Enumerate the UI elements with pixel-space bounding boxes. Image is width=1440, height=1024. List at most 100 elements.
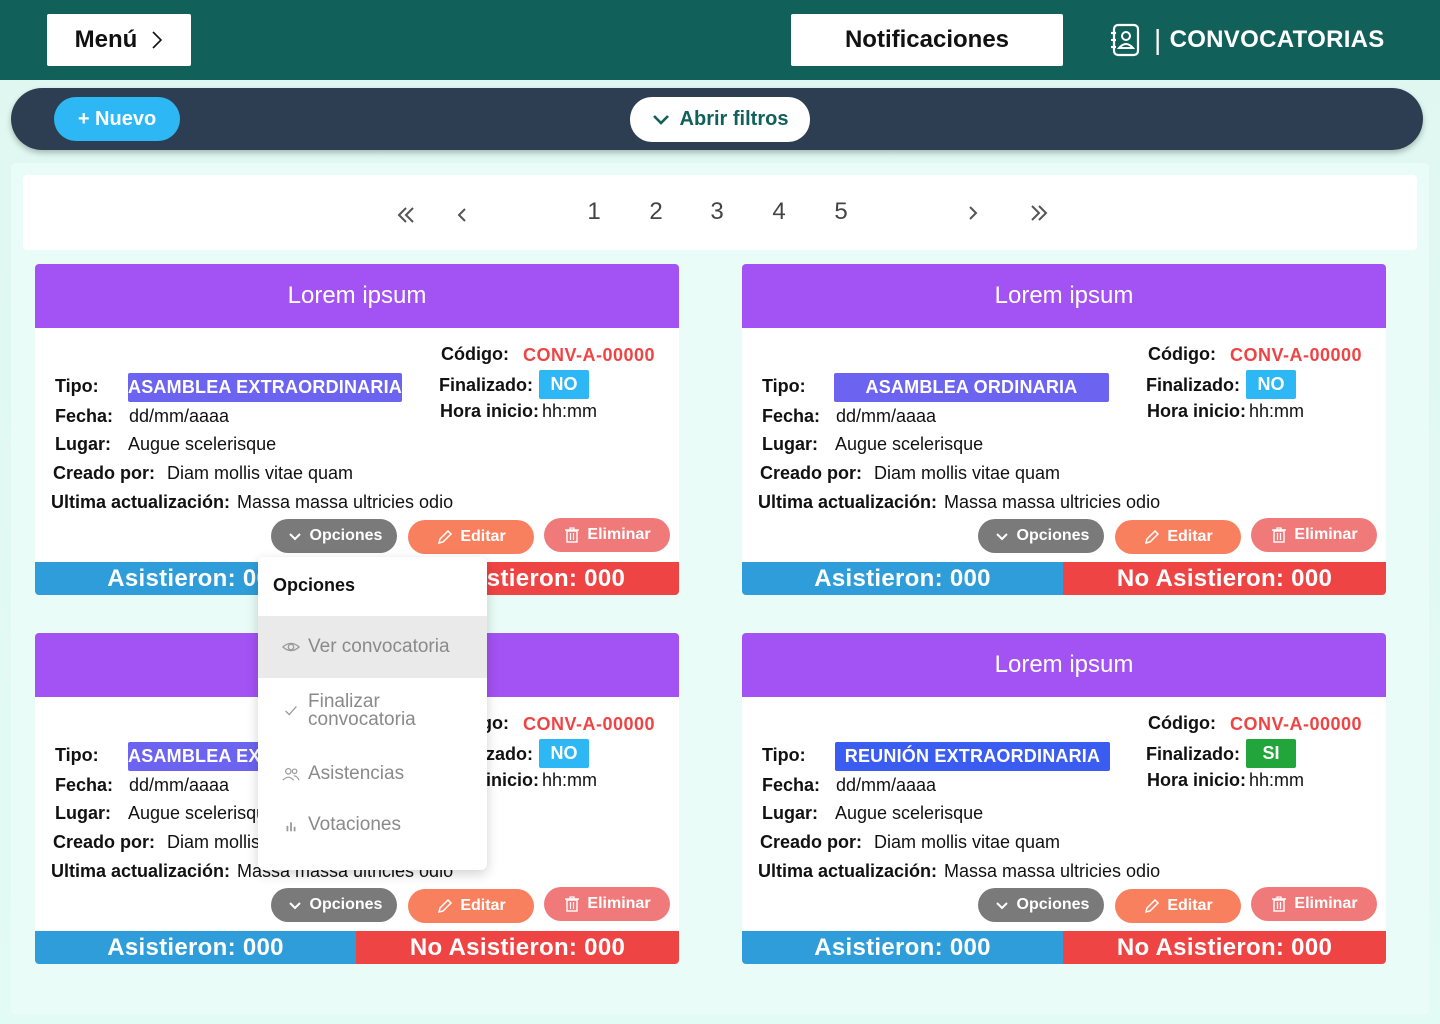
codigo-value: CONV-A-00000 — [523, 345, 656, 365]
menu-item-asistencias[interactable]: Asistencias — [258, 762, 487, 786]
creado-por-value: Diam mollis vitae quam — [167, 463, 354, 483]
hora-inicio-value: hh:mm — [1249, 770, 1305, 790]
last-page-icon[interactable] — [1024, 197, 1054, 227]
top-header: Menú Notificaciones | CONVOCATORIAS — [0, 0, 1440, 80]
delete-label: Eliminar — [1294, 895, 1358, 912]
finalizado-label: Finalizado: — [439, 375, 533, 395]
trash-icon — [565, 527, 580, 543]
creado-por-label: Creado por: — [53, 463, 156, 483]
check-icon — [285, 706, 297, 716]
asistieron-count: Asistieron: 000 — [35, 931, 356, 964]
page-3[interactable]: 3 — [702, 197, 732, 227]
eye-icon — [282, 642, 300, 652]
new-button[interactable]: + Nuevo — [54, 97, 180, 141]
fecha-value: dd/mm/aaaa — [129, 775, 230, 795]
page-2[interactable]: 2 — [641, 197, 671, 227]
pencil-icon — [1145, 529, 1160, 545]
page-1[interactable]: 1 — [579, 197, 609, 227]
tipo-label: Tipo: — [762, 376, 806, 396]
lugar-value: Augue scelerisque — [835, 803, 984, 823]
finalizado-label: Finalizado: — [1146, 375, 1240, 395]
previous-page-icon[interactable] — [447, 199, 477, 229]
options-button[interactable]: Opciones — [271, 888, 397, 922]
menu-item-label: Votaciones — [308, 814, 401, 835]
pencil-icon — [438, 898, 453, 914]
lugar-value: Augue scelerisque — [128, 803, 277, 823]
menu-item-label: Ver convocatoria — [308, 636, 450, 657]
action-toolbar: + Nuevo Abrir filtros — [11, 88, 1423, 150]
notifications-label: Notificaciones — [844, 26, 1010, 53]
options-label: Opciones — [309, 896, 383, 913]
hora-inicio-value: hh:mm — [542, 770, 598, 790]
options-label: Opciones — [1016, 527, 1090, 544]
lugar-value: Augue scelerisque — [128, 434, 277, 454]
edit-label: Editar — [460, 897, 506, 914]
edit-label: Editar — [460, 528, 506, 545]
contact-book-icon — [1111, 23, 1140, 57]
delete-button[interactable]: Eliminar — [1251, 518, 1377, 552]
finalizado-label: Finalizado: — [1146, 744, 1240, 764]
menu-item-votaciones[interactable]: Votaciones — [258, 813, 487, 837]
tipo-badge: REUNIÓN EXTRAORDINARIA — [835, 742, 1110, 771]
tipo-label: Tipo: — [55, 745, 99, 765]
page-4[interactable]: 4 — [764, 197, 794, 227]
creado-por-label: Creado por: — [760, 832, 863, 852]
edit-button[interactable]: Editar — [408, 520, 534, 554]
hora-inicio-label: Hora inicio: — [1147, 770, 1247, 790]
finalizado-badge: SI — [1246, 739, 1296, 768]
no-asistieron-count: No Asistieron: 000 — [356, 931, 679, 964]
delete-button[interactable]: Eliminar — [544, 887, 670, 921]
chevron-right-icon — [152, 31, 163, 49]
convocatoria-card: Lorem ipsum Código: CONV-A-00000 Tipo: R… — [742, 633, 1386, 964]
ultima-actualizacion-label: Ultima actualización: — [758, 861, 938, 881]
pencil-icon — [438, 529, 453, 545]
finalizado-badge: NO — [539, 370, 589, 399]
notifications-button[interactable]: Notificaciones — [791, 14, 1063, 66]
menu-item-ver-convocatoria[interactable]: Ver convocatoria — [258, 616, 487, 678]
first-page-icon[interactable] — [391, 199, 421, 229]
edit-button[interactable]: Editar — [1115, 520, 1241, 554]
chevron-down-icon — [995, 902, 1008, 910]
delete-label: Eliminar — [587, 526, 651, 543]
edit-label: Editar — [1167, 897, 1213, 914]
card-title: Lorem ipsum — [35, 264, 679, 328]
ultima-actualizacion-value: Massa massa ultricies odio — [944, 492, 1161, 512]
fecha-label: Fecha: — [55, 775, 114, 795]
no-asistieron-count: No Asistieron: 000 — [1063, 562, 1386, 595]
edit-button[interactable]: Editar — [408, 889, 534, 923]
options-button[interactable]: Opciones — [271, 519, 397, 553]
next-page-icon[interactable] — [958, 197, 988, 227]
users-icon — [282, 768, 300, 781]
delete-button[interactable]: Eliminar — [544, 518, 670, 552]
ultima-actualizacion-label: Ultima actualización: — [758, 492, 938, 512]
delete-button[interactable]: Eliminar — [1251, 887, 1377, 921]
open-filters-button[interactable]: Abrir filtros — [630, 97, 810, 142]
tipo-label: Tipo: — [762, 745, 806, 765]
lugar-value: Augue scelerisque — [835, 434, 984, 454]
edit-label: Editar — [1167, 528, 1213, 545]
options-button[interactable]: Opciones — [978, 888, 1104, 922]
delete-label: Eliminar — [1294, 526, 1358, 543]
menu-button[interactable]: Menú — [47, 14, 191, 66]
lugar-label: Lugar: — [55, 434, 111, 454]
title-separator: | — [1154, 24, 1162, 55]
edit-button[interactable]: Editar — [1115, 889, 1241, 923]
fecha-value: dd/mm/aaaa — [836, 406, 937, 426]
hora-inicio-label: Hora inicio: — [1147, 401, 1247, 421]
pagination: 1 2 3 4 5 — [23, 175, 1417, 250]
dropdown-title: Opciones — [273, 575, 356, 595]
pencil-icon — [1145, 898, 1160, 914]
tipo-badge: ASAMBLEA EXTRAORDINARIA — [128, 373, 402, 402]
menu-item-finalizar-convocatoria[interactable]: Finalizar convocatoria — [258, 691, 487, 731]
asistieron-count: Asistieron: 000 — [742, 562, 1063, 595]
section-brand: | CONVOCATORIAS — [1110, 22, 1385, 58]
no-asistieron-count: No Asistieron: 000 — [1063, 931, 1386, 964]
page-5[interactable]: 5 — [826, 197, 856, 227]
finalizado-badge: NO — [539, 739, 589, 768]
ultima-actualizacion-value: Massa massa ultricies odio — [944, 861, 1161, 881]
trash-icon — [565, 896, 580, 912]
trash-icon — [1272, 896, 1287, 912]
options-button[interactable]: Opciones — [978, 519, 1104, 553]
delete-label: Eliminar — [587, 895, 651, 912]
fecha-label: Fecha: — [762, 406, 821, 426]
